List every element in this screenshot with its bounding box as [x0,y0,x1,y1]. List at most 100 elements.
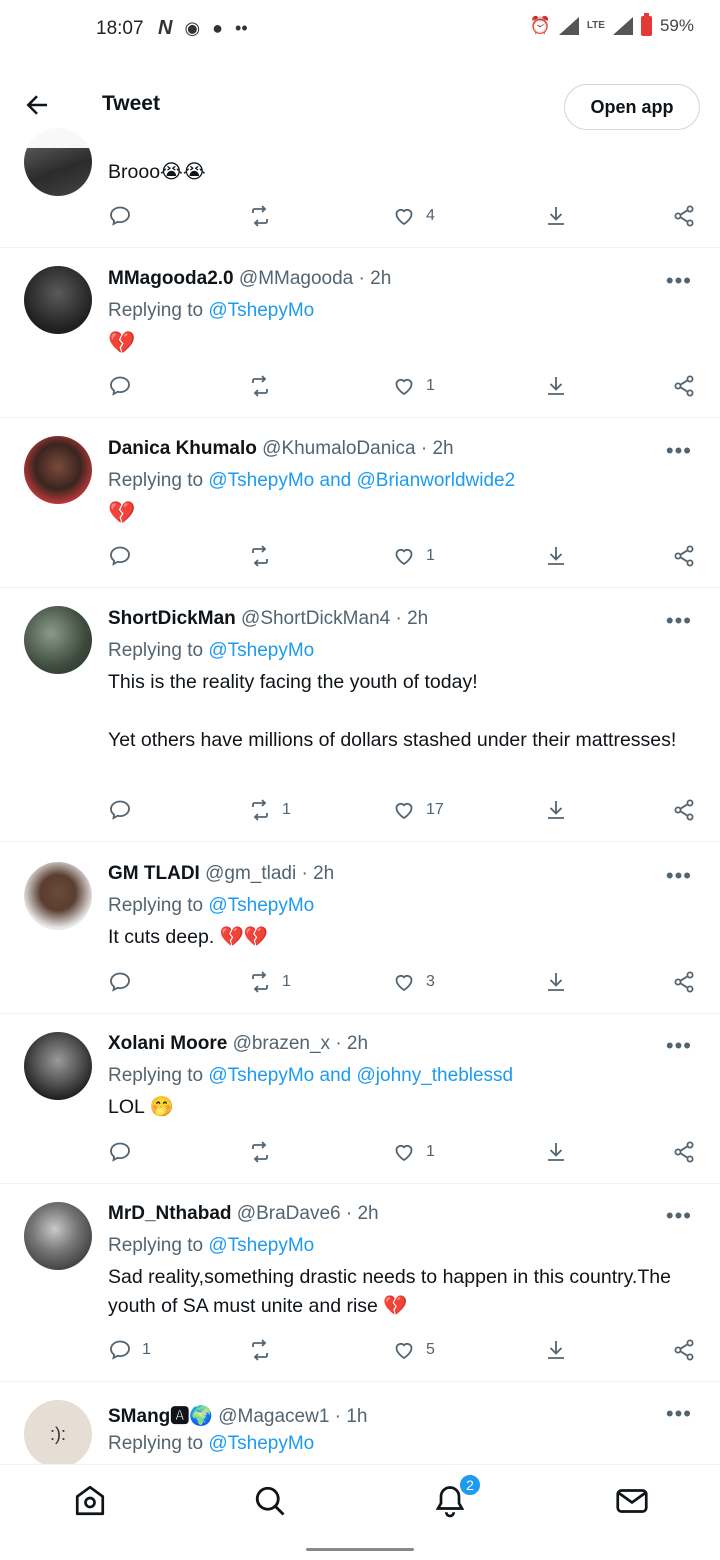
avatar[interactable] [24,862,92,930]
status-time: 18:07 [96,18,144,39]
reply-button[interactable]: 1 [108,1338,151,1362]
retweet-button[interactable] [248,1338,282,1362]
handle[interactable]: @KhumaloDanica [262,438,415,459]
download-button[interactable] [544,374,568,398]
timestamp[interactable]: 2h [357,1203,378,1224]
like-button[interactable]: 5 [392,1338,435,1362]
mention-link[interactable]: @TshepyMo [208,1235,314,1256]
download-icon [548,973,564,991]
share-button[interactable] [672,970,696,994]
share-button[interactable] [672,798,696,822]
more-options-icon[interactable]: ••• [666,1203,692,1229]
tweet[interactable]: :): SMang🅰🌍 @Magacew1 · 1h ••• Replying … [0,1382,720,1468]
avatar[interactable]: :): [24,1400,92,1468]
download-button[interactable] [544,1338,568,1362]
handle[interactable]: @Magacew1 [218,1406,329,1427]
like-button[interactable]: 1 [392,374,435,398]
reply-button[interactable] [108,1140,142,1164]
share-button[interactable] [672,1140,696,1164]
like-button[interactable]: 3 [392,970,435,994]
reply-button[interactable] [108,544,142,568]
more-options-icon[interactable]: ••• [666,438,692,464]
share-button[interactable] [672,1338,696,1362]
nav-home[interactable] [72,1483,108,1519]
nav-search[interactable] [252,1483,288,1519]
tweet[interactable]: Xolani Moore @brazen_x · 2h ••• Replying… [0,1014,720,1184]
retweet-button[interactable] [248,544,282,568]
handle[interactable]: @ShortDickMan4 [241,608,390,629]
back-arrow-icon[interactable] [22,90,52,120]
mention-link[interactable]: @TshepyMo [208,1433,314,1454]
tweet[interactable]: ShortDickMan @ShortDickMan4 · 2h ••• Rep… [0,588,720,842]
reply-button[interactable] [108,204,142,228]
retweet-button[interactable] [248,374,282,398]
mention-link[interactable]: @Brianworldwide2 [357,470,516,491]
avatar[interactable] [24,266,92,334]
avatar[interactable] [24,436,92,504]
share-button[interactable] [672,374,696,398]
download-button[interactable] [544,544,568,568]
nav-notifications[interactable]: 2 [432,1473,482,1519]
more-options-icon[interactable]: ••• [666,268,692,294]
retweet-button[interactable] [248,1140,282,1164]
more-options-icon[interactable]: ••• [666,1401,692,1427]
like-button[interactable]: 1 [392,544,435,568]
handle[interactable]: @gm_tladi [205,863,296,884]
download-button[interactable] [544,1140,568,1164]
retweet-button[interactable]: 1 [248,970,291,994]
like-button[interactable]: 1 [392,1140,435,1164]
download-button[interactable] [544,204,568,228]
open-app-button[interactable]: Open app [564,84,700,130]
display-name[interactable]: ShortDickMan [108,608,236,629]
nav-messages[interactable] [614,1483,650,1519]
display-name[interactable]: MrD_Nthabad [108,1203,232,1224]
mention-link[interactable]: @TshepyMo [208,300,314,321]
tweet[interactable]: MMagooda2.0 @MMagooda · 2h ••• Replying … [0,248,720,418]
avatar[interactable] [24,1032,92,1100]
display-name[interactable]: Danica Khumalo [108,438,257,459]
more-options-icon[interactable]: ••• [666,863,692,889]
handle[interactable]: @BraDave6 [237,1203,341,1224]
tweet[interactable]: Danica Khumalo @KhumaloDanica · 2h ••• R… [0,418,720,588]
share-button[interactable] [672,204,696,228]
display-name[interactable]: SMang🅰🌍 [108,1406,213,1427]
reply-button[interactable] [108,970,142,994]
retweet-button[interactable]: 1 [248,798,291,822]
display-name[interactable]: GM TLADI [108,863,200,884]
display-name[interactable]: Xolani Moore [108,1033,227,1054]
messages-icon [616,1489,648,1513]
display-name[interactable]: MMagooda2.0 [108,268,234,289]
download-button[interactable] [544,970,568,994]
more-options-icon[interactable]: ••• [666,1033,692,1059]
reply-icon [110,800,130,820]
timestamp[interactable]: 2h [407,608,428,629]
retweet-icon [252,545,268,567]
timestamp[interactable]: 1h [346,1406,367,1427]
more-options-icon[interactable]: ••• [666,608,692,634]
mention-link[interactable]: @TshepyMo [208,895,314,916]
timestamp[interactable]: 2h [370,268,391,289]
download-button[interactable] [544,798,568,822]
mention-link[interactable]: @johny_theblessd [357,1065,514,1086]
share-button[interactable] [672,544,696,568]
tweet[interactable]: GM TLADI @gm_tladi · 2h ••• Replying to … [0,842,720,1014]
handle[interactable]: @MMagooda [239,268,353,289]
avatar[interactable] [24,1202,92,1270]
mention-link[interactable]: @TshepyMo [208,470,314,491]
tweet-actions: 1 [108,374,698,404]
reply-button[interactable] [108,374,142,398]
mention-link[interactable]: @TshepyMo [208,640,314,661]
gesture-handle[interactable] [306,1548,414,1551]
retweet-button[interactable] [248,204,282,228]
avatar[interactable] [24,606,92,674]
mention-link[interactable]: @TshepyMo [208,1065,314,1086]
timestamp[interactable]: 2h [313,863,334,884]
tweet[interactable]: MrD_Nthabad @BraDave6 · 2h ••• Replying … [0,1184,720,1382]
timestamp[interactable]: 2h [347,1033,368,1054]
like-button[interactable]: 17 [392,798,444,822]
handle[interactable]: @brazen_x [233,1033,330,1054]
like-button[interactable]: 4 [392,204,435,228]
timestamp[interactable]: 2h [432,438,453,459]
reply-button[interactable] [108,798,142,822]
heart-icon [395,548,413,566]
